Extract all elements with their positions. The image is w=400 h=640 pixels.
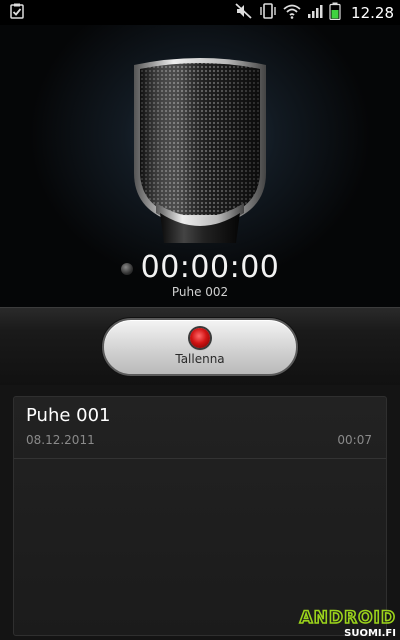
recording-date: 08.12.2011 bbox=[26, 433, 95, 447]
vibrate-icon bbox=[259, 2, 277, 23]
status-bar: 12.28 bbox=[0, 0, 400, 25]
record-button-label: Tallenna bbox=[175, 352, 225, 366]
control-bar: Tallenna bbox=[0, 307, 400, 385]
microphone-icon bbox=[120, 53, 280, 247]
battery-icon bbox=[329, 2, 341, 24]
current-file-name: Puhe 002 bbox=[171, 285, 229, 299]
recorder-panel: 00:00:00 Puhe 002 bbox=[0, 25, 400, 307]
record-icon bbox=[190, 328, 210, 348]
watermark-site: SUOMI.FI bbox=[344, 628, 396, 638]
wifi-icon bbox=[283, 3, 301, 23]
elapsed-timer: 00:00:00 bbox=[140, 249, 280, 285]
signal-icon bbox=[307, 3, 323, 23]
record-button[interactable]: Tallenna bbox=[102, 318, 298, 376]
list-item[interactable]: Puhe 001 08.12.2011 00:07 bbox=[14, 397, 386, 459]
recording-duration: 00:07 bbox=[337, 433, 372, 447]
recordings-panel: Puhe 001 08.12.2011 00:07 bbox=[0, 385, 400, 640]
watermark-brand: ANDROID bbox=[300, 608, 396, 628]
recording-title: Puhe 001 bbox=[26, 405, 111, 426]
task-check-icon bbox=[10, 3, 24, 23]
clock: 12.28 bbox=[351, 3, 394, 22]
recordings-list: Puhe 001 08.12.2011 00:07 bbox=[13, 396, 387, 636]
mute-icon bbox=[235, 2, 253, 23]
android-suomi-logo: ANDROID SUOMI.FI bbox=[280, 607, 398, 639]
recording-indicator-icon bbox=[120, 263, 133, 275]
